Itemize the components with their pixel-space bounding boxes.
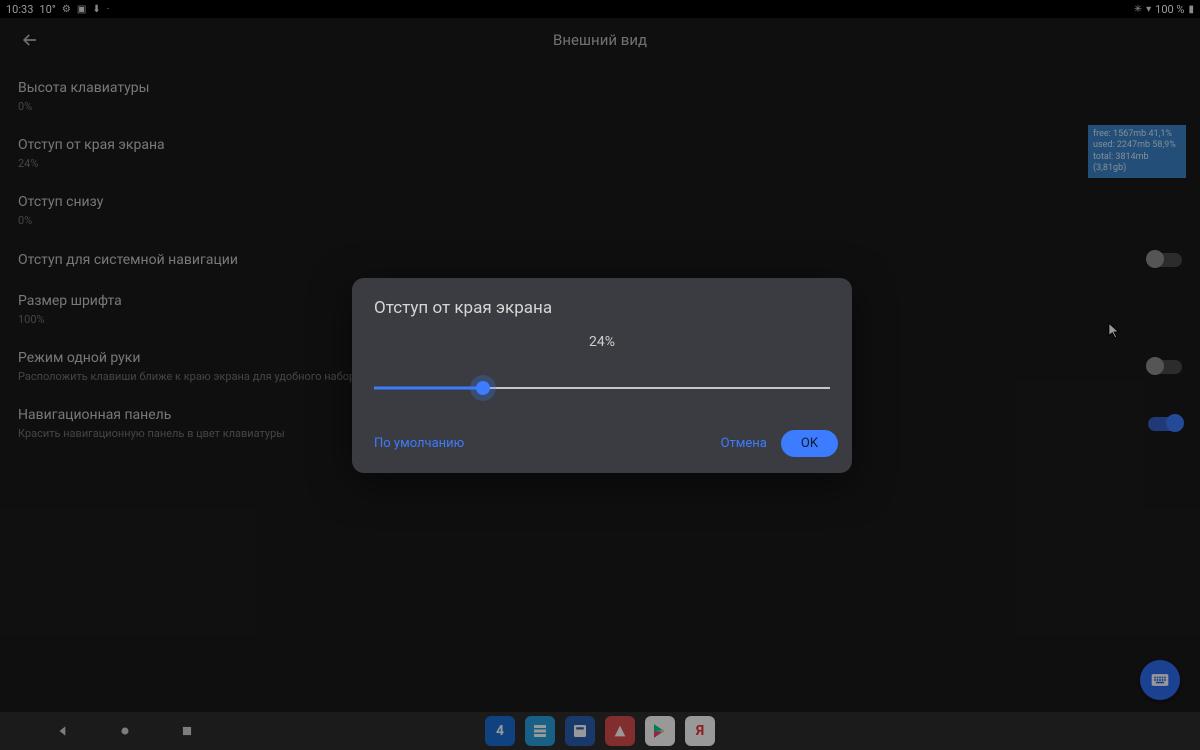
dialog-value: 24% [352, 334, 852, 350]
edge-padding-dialog: Отступ от края экрана 24% По умолчанию О… [352, 278, 852, 473]
cancel-button[interactable]: Отмена [721, 436, 767, 451]
padding-slider[interactable] [374, 376, 830, 400]
dialog-title: Отступ от края экрана [352, 298, 852, 334]
default-button[interactable]: По умолчанию [374, 436, 464, 451]
ok-button[interactable]: OK [781, 430, 838, 457]
